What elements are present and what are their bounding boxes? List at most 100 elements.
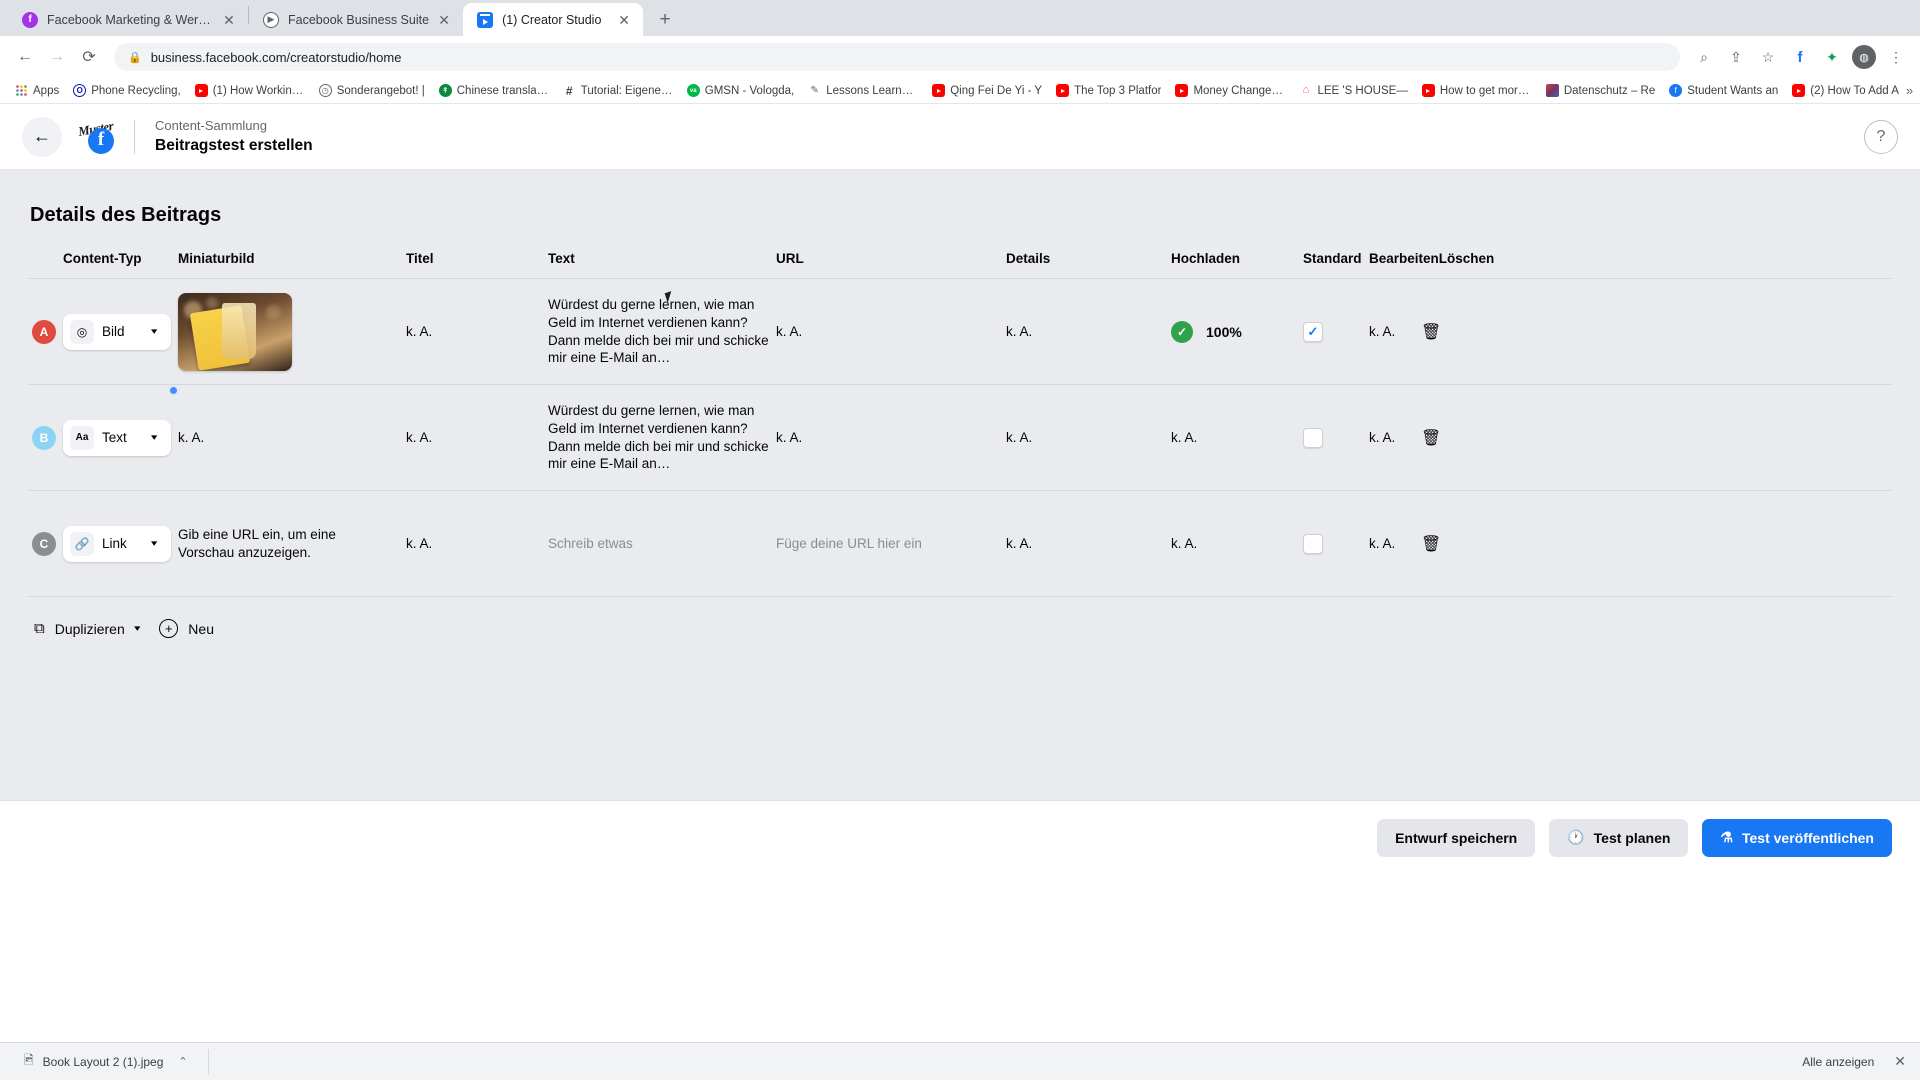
bookmark-lessons-learned[interactable]: ✎ Lessons Learned f — [801, 80, 925, 102]
duplicate-button[interactable]: ⧉ Duplizieren ▾ — [34, 620, 140, 637]
bookmark-star-icon[interactable]: ☆ — [1754, 43, 1782, 71]
address-bar[interactable]: 🔒 business.facebook.com/creatorstudio/ho… — [114, 43, 1680, 71]
bookmarks-overflow-icon[interactable]: » — [1906, 83, 1913, 98]
standard-cell — [1303, 427, 1369, 448]
url-cell[interactable]: k. A. — [776, 430, 1006, 445]
standard-cell: ✓ — [1303, 321, 1369, 342]
trash-icon[interactable]: 🗑 — [1421, 430, 1441, 447]
close-icon[interactable]: ✕ — [220, 11, 238, 29]
facebook-extension-icon[interactable]: f — [1786, 43, 1814, 71]
text-cell[interactable]: Würdest du gerne lernen, wie man Geld im… — [548, 296, 776, 367]
youtube-icon — [1792, 84, 1806, 97]
page-title: Beitragstest erstellen — [155, 136, 313, 154]
bookmark-how-to-add-a[interactable]: (2) How To Add A — [1785, 80, 1906, 102]
header-divider — [134, 119, 135, 154]
tab-facebook-marketing[interactable]: f Facebook Marketing & Werbea ✕ — [8, 3, 248, 36]
content-type-select[interactable]: Aa Text ▾ — [63, 419, 171, 456]
bookmark-how-to-get-more-v[interactable]: How to get more v — [1415, 80, 1539, 102]
url-cell[interactable]: Füge deine URL hier ein — [776, 536, 1006, 551]
schedule-test-button[interactable]: 🕐 Test planen — [1549, 818, 1689, 857]
clock-icon: ◷ — [318, 84, 332, 97]
arrow-right-icon[interactable]: → — [42, 42, 72, 72]
bookmark-datenschutz[interactable]: Datenschutz – Re — [1539, 80, 1662, 102]
thumbnail-cell[interactable] — [178, 292, 406, 371]
youtube-icon — [194, 84, 208, 97]
content-type-value: Text — [102, 430, 127, 445]
footer-action-bar: Entwurf speichern 🕐 Test planen ⚗ Test v… — [0, 800, 1920, 874]
content-type-select[interactable]: 🔗 Link ▾ — [63, 525, 171, 562]
close-icon[interactable]: ✕ — [435, 11, 453, 29]
clock-icon: 🕐 — [1567, 829, 1585, 845]
bookmark-label: (2) How To Add A — [1810, 84, 1899, 97]
edit-cell[interactable]: k. A. — [1369, 430, 1421, 445]
bookmark-how-working[interactable]: (1) How Working a — [188, 80, 312, 102]
bookmark-student-wants[interactable]: f Student Wants an — [1662, 80, 1785, 102]
chrome-menu-icon[interactable]: ⋮ — [1882, 43, 1910, 71]
download-item[interactable]: 🖻 Book Layout 2 (1).jpeg ⌃ — [14, 1048, 209, 1075]
arrow-left-icon[interactable]: ← — [10, 42, 40, 72]
chevron-down-icon: ▾ — [151, 538, 158, 548]
new-button[interactable]: + Neu — [159, 619, 214, 638]
share-icon[interactable]: ⇪ — [1722, 43, 1750, 71]
header-titles: Content-Sammlung Beitragstest erstellen — [155, 118, 313, 155]
bookmark-qing-fei-de-yi[interactable]: Qing Fei De Yi - Y — [925, 80, 1049, 102]
close-icon[interactable]: ✕ — [615, 11, 633, 29]
new-label: Neu — [188, 620, 214, 637]
save-draft-button[interactable]: Entwurf speichern — [1377, 818, 1536, 857]
trash-icon[interactable]: 🗑 — [1421, 324, 1441, 341]
standard-checkbox[interactable] — [1303, 533, 1323, 554]
table-row: C 🔗 Link ▾ Gib eine URL ein, um eine Vor… — [28, 491, 1892, 597]
edit-cell[interactable]: k. A. — [1369, 324, 1421, 339]
content-type-select[interactable]: ◎ Bild ▾ — [63, 313, 171, 350]
bookmark-label: Student Wants an — [1687, 84, 1779, 97]
chevron-down-icon: ▾ — [151, 432, 158, 442]
bookmark-tutorial-eigene-fa[interactable]: # Tutorial: Eigene Fa — [556, 80, 680, 102]
bookmark-sonderangebot[interactable]: ◷ Sonderangebot! | — [312, 80, 432, 102]
back-button[interactable]: ← — [22, 116, 62, 157]
thumbnail-cell: Gib eine URL ein, um eine Vorschau anzuz… — [178, 526, 336, 560]
close-icon[interactable]: ✕ — [1894, 1053, 1906, 1070]
reload-icon[interactable]: ⟳ — [74, 42, 104, 72]
trash-icon[interactable]: 🗑 — [1421, 536, 1441, 553]
bookmark-chinese-translation[interactable]: ↟ Chinese translatio — [432, 80, 556, 102]
show-all-downloads-link[interactable]: Alle anzeigen — [1802, 1055, 1874, 1069]
bookmark-money-changes[interactable]: Money Changes E — [1168, 80, 1292, 102]
chevron-up-icon[interactable]: ⌃ — [178, 1055, 187, 1068]
bookmark-top-3-platforms[interactable]: The Top 3 Platfor — [1049, 80, 1168, 102]
drag-handle-dot[interactable] — [168, 385, 179, 396]
duplicate-label: Duplizieren — [54, 620, 125, 637]
check-circle-icon: ✓ — [1171, 320, 1193, 343]
edit-cell[interactable]: k. A. — [1369, 536, 1421, 551]
standard-checkbox[interactable]: ✓ — [1303, 321, 1323, 342]
image-icon: ◎ — [70, 319, 94, 344]
tab-facebook-business-suite[interactable]: ▶ Facebook Business Suite ✕ — [249, 3, 464, 36]
bookmark-lees-house[interactable]: ⌂ LEE 'S HOUSE— — [1292, 80, 1414, 102]
bookmarks-bar: Apps O Phone Recycling, (1) How Working … — [0, 78, 1920, 104]
text-cell[interactable]: Würdest du gerne lernen, wie man Geld im… — [548, 402, 776, 473]
address-bar-url: business.facebook.com/creatorstudio/home — [150, 49, 402, 65]
zoom-search-icon[interactable]: ⌕ — [1690, 43, 1718, 71]
bookmark-label: Chinese translatio — [456, 84, 549, 97]
puzzle-extension-icon[interactable]: ✦ — [1818, 43, 1846, 71]
airbnb-icon: ⌂ — [1302, 84, 1310, 96]
photo-icon — [1545, 84, 1559, 97]
bookmark-apps[interactable]: Apps — [8, 80, 66, 102]
delete-cell: 🗑 — [1421, 428, 1461, 448]
section-title: Details des Beitrags — [30, 204, 222, 226]
text-cell[interactable]: Schreib etwas — [548, 536, 776, 551]
title-cell: k. A. — [406, 324, 433, 339]
bookmark-gmsn[interactable]: va GMSN - Vologda, — [680, 80, 801, 102]
column-header-url: URL — [776, 251, 804, 266]
brand-logo: Muster f — [77, 118, 114, 154]
download-shelf-right: Alle anzeigen ✕ — [1802, 1053, 1906, 1070]
question-mark-icon[interactable]: ? — [1864, 119, 1898, 154]
url-cell[interactable]: k. A. — [776, 324, 1006, 339]
row-badge: A — [32, 319, 56, 344]
publish-test-button[interactable]: ⚗ Test veröffentlichen — [1702, 818, 1892, 857]
tab-creator-studio[interactable]: (1) Creator Studio ✕ — [463, 3, 644, 36]
pencil-icon: ✎ — [810, 84, 819, 96]
standard-checkbox[interactable] — [1303, 427, 1323, 448]
new-tab-button[interactable]: + — [651, 5, 679, 33]
bookmark-phone-recycling[interactable]: O Phone Recycling, — [66, 80, 188, 102]
grammarly-extension-icon[interactable]: ◍ — [1850, 43, 1878, 71]
